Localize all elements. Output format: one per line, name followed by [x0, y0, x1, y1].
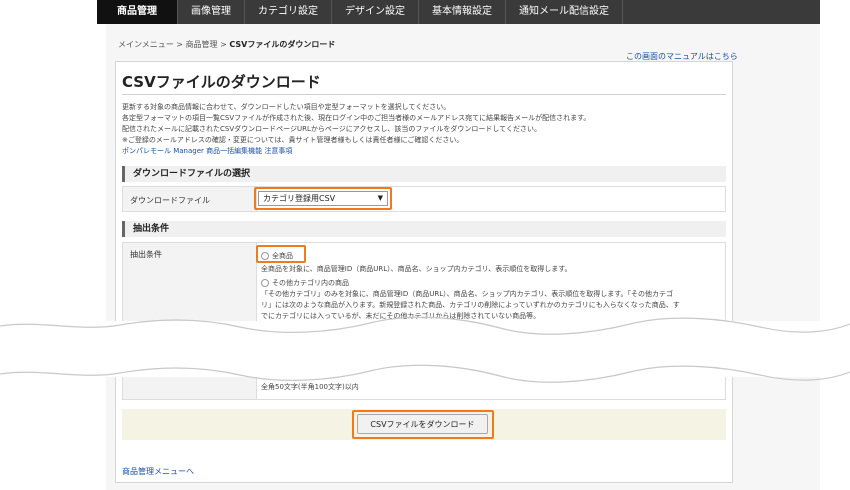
tab-category-settings[interactable]: カテゴリ設定 [245, 0, 332, 24]
description-line: 配信されたメールに記載されたCSVダウンロードページURLからページにアクセスし… [122, 125, 541, 133]
tab-notification-mail-settings[interactable]: 通知メール配信設定 [506, 0, 623, 24]
breadcrumb: メインメニュー > 商品管理 > CSVファイルのダウンロード [118, 39, 335, 50]
tab-product-management[interactable]: 商品管理 [97, 0, 178, 24]
title-divider [122, 94, 726, 95]
breadcrumb-current: CSVファイルのダウンロード [229, 40, 336, 49]
char-limit-note: 全角50文字(半角100文字)以内 [261, 383, 359, 391]
other-category-description: リ」には次のような商品が入ります。新規登録された商品、カテゴリの削除によっていず… [261, 301, 680, 309]
radio-circle-icon [261, 279, 269, 287]
all-products-description: 全商品を対象に、商品管理ID（商品URL）、商品名、ショップ内カテゴリ、表示順位… [261, 265, 572, 273]
radio-highlight [256, 245, 306, 263]
breadcrumb-product[interactable]: 商品管理 [186, 40, 218, 49]
notice-link-line: ポンパレモール Manager 商品一括編集機能 注意事項 [122, 146, 292, 156]
file-section-heading: ダウンロードファイルの選択 [122, 166, 726, 182]
torn-edge-lines [0, 316, 850, 383]
description-line: 各定型フォーマットの項目一覧CSVファイルが作成された後、現在ログイン中のご担当… [122, 114, 591, 122]
breadcrumb-separator: > [217, 40, 230, 49]
radio-other-category[interactable]: その他カテゴリ内の商品 [261, 278, 349, 288]
other-category-description: 「その他カテゴリ」のみを対象に、商品管理ID（商品URL）、商品名、ショップ内カ… [261, 290, 674, 298]
download-button-highlight [352, 410, 494, 439]
page-title: CSVファイルのダウンロード [122, 73, 321, 91]
radio-other-label: その他カテゴリ内の商品 [272, 279, 349, 287]
tab-image-management[interactable]: 画像管理 [178, 0, 245, 24]
condition-section-heading: 抽出条件 [122, 221, 726, 237]
back-to-product-menu-link[interactable]: 商品管理メニューへ [122, 466, 194, 477]
select-highlight [254, 187, 392, 210]
description-line: 更新する対象の商品情報に合わせて、ダウンロードしたい項目や定型フォーマットを選択… [122, 103, 451, 111]
tab-basic-info-settings[interactable]: 基本情報設定 [419, 0, 506, 24]
description-line: ※ご登録のメールアドレスの確認・変更については、貴サイト管理者様もしくは責任者様… [122, 136, 464, 144]
file-row: ダウンロードファイル [122, 186, 726, 212]
breadcrumb-main-menu[interactable]: メインメニュー [118, 40, 174, 49]
file-label: ダウンロードファイル [123, 187, 257, 211]
notice-link[interactable]: ポンパレモール Manager 商品一括編集機能 注意事項 [122, 147, 292, 155]
top-nav: 商品管理 画像管理 カテゴリ設定 デザイン設定 基本情報設定 通知メール配信設定 [97, 0, 820, 24]
tab-design-settings[interactable]: デザイン設定 [332, 0, 419, 24]
breadcrumb-separator: > [173, 40, 186, 49]
